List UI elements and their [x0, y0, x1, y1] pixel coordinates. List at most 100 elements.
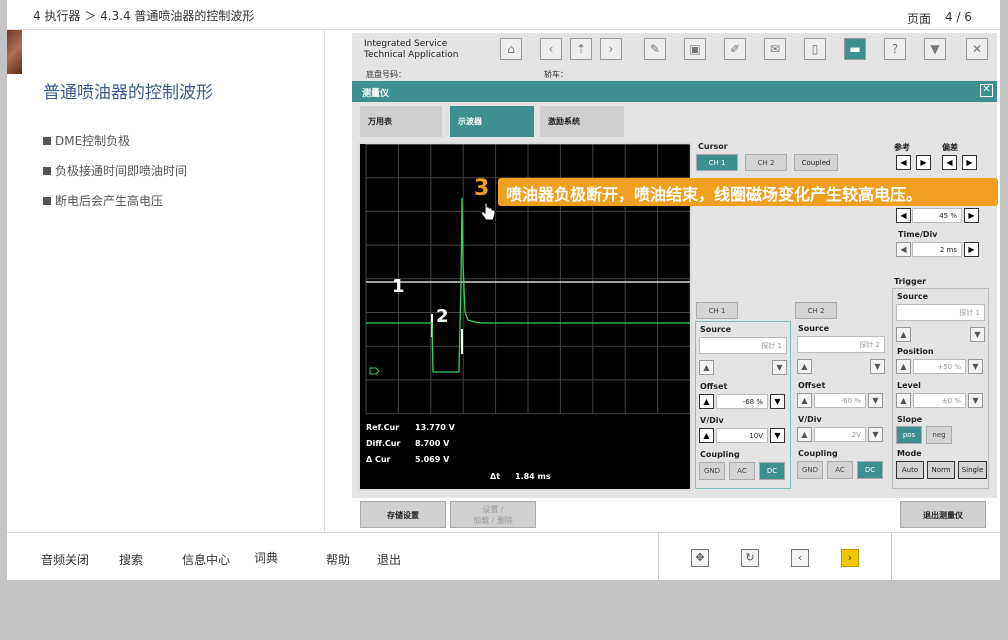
- save-settings-button[interactable]: 存储设置: [360, 501, 446, 528]
- pct-field[interactable]: 45 %: [912, 208, 962, 223]
- ch1-down-icon[interactable]: ▼: [772, 360, 787, 375]
- trigger-up-icon[interactable]: ▲: [896, 327, 911, 342]
- nav-audio-off[interactable]: 音频关闭: [41, 551, 89, 568]
- ch1-up-icon[interactable]: ▲: [699, 360, 714, 375]
- position-field[interactable]: +50 %: [913, 359, 966, 374]
- level-up-icon[interactable]: ▲: [896, 393, 911, 408]
- ch1-ac-button[interactable]: AC: [729, 462, 755, 480]
- ch2-source-label: Source: [798, 324, 830, 333]
- load-line2: 加载 / 删除: [473, 516, 513, 525]
- timediv-left-icon[interactable]: ◀: [896, 242, 911, 257]
- timediv-field[interactable]: 2 ms: [912, 242, 962, 257]
- nav-search[interactable]: 搜索: [119, 551, 143, 568]
- breadcrumb[interactable]: 4 执行器 ＞ 4.3.4 普通喷油器的控制波形: [33, 7, 254, 24]
- trigger-source-label: Source: [897, 292, 929, 301]
- ch2-header[interactable]: CH 2: [795, 302, 837, 319]
- tab-row: 万用表 示波器 激励系统: [352, 102, 997, 138]
- mode-single-button[interactable]: Single: [958, 461, 987, 479]
- tab-oscilloscope[interactable]: 示波器: [450, 106, 534, 137]
- home-icon[interactable]: ⌂: [500, 38, 522, 60]
- print-icon[interactable]: ▼: [924, 38, 946, 60]
- cursor-ch2-button[interactable]: CH 2: [745, 154, 787, 171]
- battery-icon[interactable]: ▯: [804, 38, 826, 60]
- diff-label: 偏差: [942, 143, 958, 152]
- ch1-offset-up-icon[interactable]: ▲: [699, 394, 714, 409]
- mail-icon[interactable]: ✉: [764, 38, 786, 60]
- mode-auto-button[interactable]: Auto: [896, 461, 924, 479]
- position-down-icon[interactable]: ▼: [968, 359, 983, 374]
- channel-marker-icon[interactable]: [369, 367, 380, 375]
- ref-left-icon[interactable]: ◀: [896, 155, 911, 170]
- cursor-ch1-button[interactable]: CH 1: [696, 154, 738, 171]
- ch1-vdiv-down-icon[interactable]: ▼: [770, 428, 785, 443]
- level-down-icon[interactable]: ▼: [968, 393, 983, 408]
- pct-left-icon[interactable]: ◀: [896, 208, 911, 223]
- ch2-vdiv-label: V/Div: [798, 415, 822, 424]
- ch2-coupling-label: Coupling: [798, 449, 838, 458]
- fullscreen-icon[interactable]: ✥: [691, 549, 709, 567]
- diagnosis-icon[interactable]: ▣: [684, 38, 706, 60]
- next-icon[interactable]: ›: [841, 549, 859, 567]
- nav-exit[interactable]: 退出: [377, 551, 401, 568]
- back-icon[interactable]: ‹: [540, 38, 562, 60]
- ch1-offset-field[interactable]: -68 %: [716, 394, 768, 409]
- level-field[interactable]: ±0 %: [913, 393, 966, 408]
- position-up-icon[interactable]: ▲: [896, 359, 911, 374]
- help-icon[interactable]: ?: [884, 38, 906, 60]
- mode-norm-button[interactable]: Norm: [927, 461, 955, 479]
- diff-right-icon[interactable]: ▶: [962, 155, 977, 170]
- ch2-vdiv-up-icon[interactable]: ▲: [797, 427, 812, 442]
- ch2-offset-up-icon[interactable]: ▲: [797, 393, 812, 408]
- trigger-label: Trigger: [894, 277, 927, 286]
- page-title: 普通喷油器的控制波形: [43, 83, 213, 103]
- ch2-down-icon[interactable]: ▼: [870, 359, 885, 374]
- bullet-text: DME控制负极: [55, 134, 131, 148]
- ref-right-icon[interactable]: ▶: [916, 155, 931, 170]
- ch2-gnd-button[interactable]: GND: [797, 461, 823, 479]
- diff-cur-value: 8.700 V: [415, 439, 450, 448]
- coupled-button[interactable]: Coupled: [794, 154, 838, 171]
- ch1-vdiv-field[interactable]: 10V: [716, 428, 768, 443]
- ch2-up-icon[interactable]: ▲: [797, 359, 812, 374]
- module-close-icon[interactable]: ✕: [980, 84, 993, 97]
- load-settings-button[interactable]: 设置 / 加载 / 删除: [450, 501, 536, 528]
- nav-help[interactable]: 帮助: [326, 551, 350, 568]
- ch2-offset-field[interactable]: -60 %: [814, 393, 866, 408]
- slope-neg-button[interactable]: neg: [926, 426, 952, 444]
- diff-left-icon[interactable]: ◀: [942, 155, 957, 170]
- ch2-dc-button[interactable]: DC: [857, 461, 883, 479]
- wrench-icon[interactable]: ✎: [644, 38, 666, 60]
- trigger-box: Source 探针 1 ▲ ▼ Position ▲ +50 % ▼ Level…: [892, 288, 989, 489]
- ch2-offset-down-icon[interactable]: ▼: [868, 393, 883, 408]
- app-footer: 存储设置 设置 / 加载 / 删除 退出测量仪: [352, 498, 997, 530]
- ch1-gnd-button[interactable]: GND: [699, 462, 725, 480]
- up-icon[interactable]: ⇡: [570, 38, 592, 60]
- close-icon[interactable]: ✕: [966, 38, 988, 60]
- bullet-item: DME控制负极: [43, 132, 130, 149]
- refresh-icon[interactable]: ↻: [741, 549, 759, 567]
- ch2-vdiv-field[interactable]: 2V: [814, 427, 866, 442]
- tab-stimulus[interactable]: 激励系统: [540, 106, 624, 137]
- ch2-ac-button[interactable]: AC: [827, 461, 853, 479]
- ch2-vdiv-down-icon[interactable]: ▼: [868, 427, 883, 442]
- trigger-down-icon[interactable]: ▼: [970, 327, 985, 342]
- prev-icon[interactable]: ‹: [791, 549, 809, 567]
- nav-info-center[interactable]: 信息中心: [182, 551, 230, 568]
- nav-dictionary[interactable]: 词典: [254, 549, 278, 566]
- slope-pos-button[interactable]: pos: [896, 426, 922, 444]
- tab-multimeter[interactable]: 万用表: [360, 106, 442, 137]
- ch1-vdiv-up-icon[interactable]: ▲: [699, 428, 714, 443]
- exit-measurement-button[interactable]: 退出测量仪: [900, 501, 986, 528]
- tool-icon[interactable]: ✐: [724, 38, 746, 60]
- ch1-source-field[interactable]: 探针 1: [699, 337, 787, 354]
- ch1-dc-button[interactable]: DC: [759, 462, 785, 480]
- cursor-label-2: 2: [436, 306, 449, 327]
- timediv-right-icon[interactable]: ▶: [964, 242, 979, 257]
- ch1-offset-down-icon[interactable]: ▼: [770, 394, 785, 409]
- measure-icon[interactable]: ▬: [844, 38, 866, 60]
- ch1-header[interactable]: CH 1: [696, 302, 738, 319]
- pct-right-icon[interactable]: ▶: [964, 208, 979, 223]
- forward-icon[interactable]: ›: [600, 38, 622, 60]
- trigger-source-field[interactable]: 探针 1: [896, 304, 985, 321]
- ch2-source-field[interactable]: 探针 2: [797, 336, 885, 353]
